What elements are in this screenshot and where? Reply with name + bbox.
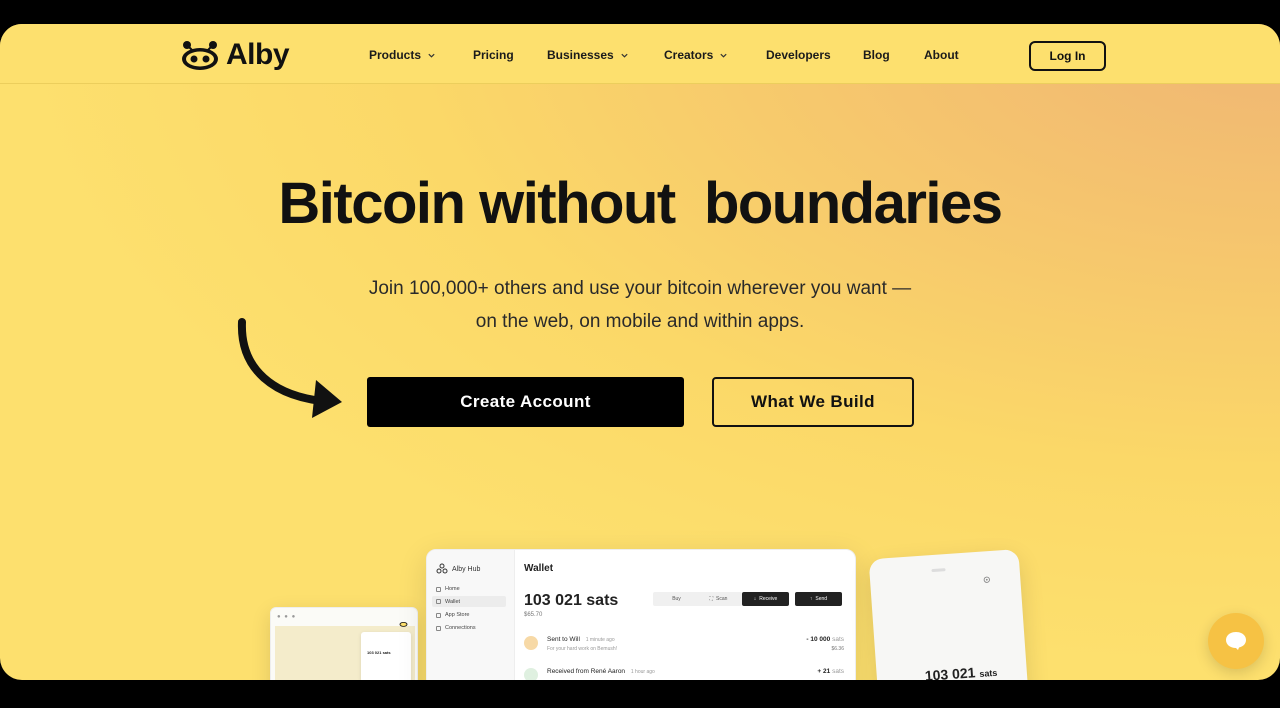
chevron-down-icon (720, 53, 727, 58)
curved-arrow-icon (237, 318, 342, 418)
avatar (524, 668, 538, 680)
small-balance: 103 021 sats (367, 650, 391, 655)
nav-products-label: Products (369, 48, 422, 62)
brand-name: Alby (226, 38, 290, 71)
arrow-down-icon: ↓ (753, 596, 757, 602)
connections-icon (436, 625, 441, 631)
create-account-button[interactable]: Create Account (367, 377, 684, 427)
gear-icon (983, 576, 990, 583)
top-navigation: Alby Products Pricing Businesses Creator… (0, 24, 1280, 84)
nav-blog[interactable]: Blog (863, 48, 890, 62)
transaction-fiat: $6.36 (831, 646, 844, 652)
hub-nav-connections-label: Connections (445, 625, 476, 631)
hub-send-button[interactable]: ↑ Send (795, 592, 842, 606)
transaction-memo: For your hard work on Bemush! (547, 646, 618, 652)
hub-nav-home[interactable]: Home (436, 586, 460, 592)
phone-notch (931, 568, 946, 573)
transaction-time: 1 hour ago (630, 669, 655, 675)
chevron-down-icon (621, 53, 628, 58)
transaction-title: Sent to Will 1 minute ago (547, 636, 615, 643)
hub-logo: Alby Hub (436, 563, 480, 575)
transaction-direction: Received from (547, 668, 589, 675)
login-button[interactable]: Log In (1029, 41, 1106, 71)
hub-nav-connections[interactable]: Connections (436, 625, 476, 631)
hero-subtitle: Join 100,000+ others and use your bitcoi… (340, 272, 940, 338)
hub-scan-button[interactable]: ⛶ Scan (695, 592, 742, 606)
phone-balance-unit: sats (979, 667, 998, 679)
nav-developers[interactable]: Developers (766, 48, 831, 62)
hub-logo-icon (436, 563, 448, 574)
hub-nav-app-store-label: App Store (445, 612, 470, 618)
laptop-preview: ● ● ● 103 021 sats (270, 607, 418, 680)
arrow-up-icon: ↑ (809, 596, 813, 602)
transaction-amount-value: + 21 (817, 668, 831, 675)
hero-subtitle-line-2: on the web, on mobile and within apps. (475, 311, 805, 332)
nav-creators[interactable]: Creators (664, 48, 728, 62)
transaction-title: Received from René Aaron 1 hour ago (547, 668, 655, 675)
transaction-amount-unit: sats (832, 668, 844, 675)
transaction-counterparty: René Aaron (590, 668, 626, 675)
avatar (524, 636, 538, 650)
chat-button[interactable] (1208, 613, 1264, 669)
hub-balance: 103 021 sats (524, 592, 619, 609)
chat-bubble-icon (1226, 632, 1246, 650)
home-icon (436, 586, 441, 592)
hub-nav-wallet[interactable]: Wallet (432, 596, 506, 607)
wallet-card-preview (361, 632, 411, 680)
nav-about[interactable]: About (924, 48, 959, 62)
alby-bee-icon (182, 41, 218, 70)
hub-buy-button[interactable]: Buy (653, 592, 700, 606)
scan-icon: ⛶ (709, 596, 714, 602)
store-icon (436, 612, 441, 618)
hub-buy-label: Buy (672, 596, 681, 602)
hub-app-name: Alby Hub (452, 565, 481, 573)
transaction-row[interactable]: Received from René Aaron 1 hour ago + 21… (524, 666, 844, 680)
phone-preview: 103 021 sats (868, 548, 1030, 680)
nav-blog-label: Blog (863, 48, 890, 62)
hub-receive-button[interactable]: ↓ Receive (742, 592, 789, 606)
nav-developers-label: Developers (766, 48, 831, 62)
transaction-amount: - 10 000 sats (806, 636, 844, 643)
alby-logo[interactable]: Alby (180, 38, 290, 72)
page-frame: Alby Products Pricing Businesses Creator… (0, 24, 1280, 680)
alby-hub-preview: Alby Hub Home Wallet App Store Connectio… (426, 549, 856, 680)
transaction-time: 1 minute ago (585, 637, 615, 643)
hub-nav-app-store[interactable]: App Store (436, 612, 469, 618)
nav-businesses[interactable]: Businesses (547, 48, 629, 62)
nav-products[interactable]: Products (369, 48, 436, 62)
nav-about-label: About (924, 48, 959, 62)
hub-receive-label: Receive (759, 596, 778, 602)
transaction-amount-unit: sats (832, 636, 844, 643)
hub-page-title: Wallet (524, 563, 554, 574)
hub-nav-home-label: Home (445, 586, 460, 592)
transaction-row[interactable]: Sent to Will 1 minute ago For your hard … (524, 634, 844, 660)
phone-balance: 103 021 sats (924, 663, 997, 680)
hub-scan-label: Scan (716, 596, 728, 602)
hub-fiat-balance: $65.70 (524, 612, 543, 618)
phone-balance-value: 103 021 (924, 664, 976, 680)
hero-title: Bitcoin without boundaries (278, 171, 1003, 236)
transaction-amount-value: - 10 000 (806, 636, 831, 643)
wallet-icon (436, 599, 441, 604)
hub-nav-wallet-label: Wallet (445, 598, 461, 605)
transaction-amount: + 21 sats (817, 668, 844, 675)
transaction-direction: Sent to (547, 636, 568, 643)
nav-businesses-label: Businesses (547, 48, 614, 62)
nav-creators-label: Creators (664, 48, 714, 62)
transaction-counterparty: Will (569, 636, 580, 643)
what-we-build-button[interactable]: What We Build (712, 377, 914, 427)
hub-send-label: Send (815, 596, 828, 602)
nav-pricing[interactable]: Pricing (473, 48, 514, 62)
chevron-down-icon (428, 53, 435, 58)
hero-subtitle-line-1: Join 100,000+ others and use your bitcoi… (368, 278, 912, 299)
nav-pricing-label: Pricing (473, 48, 514, 62)
alby-bee-icon (399, 621, 408, 627)
window-dots-icon: ● ● ● (277, 614, 297, 620)
hub-sidebar: Alby Hub Home Wallet App Store Connectio… (427, 550, 515, 680)
